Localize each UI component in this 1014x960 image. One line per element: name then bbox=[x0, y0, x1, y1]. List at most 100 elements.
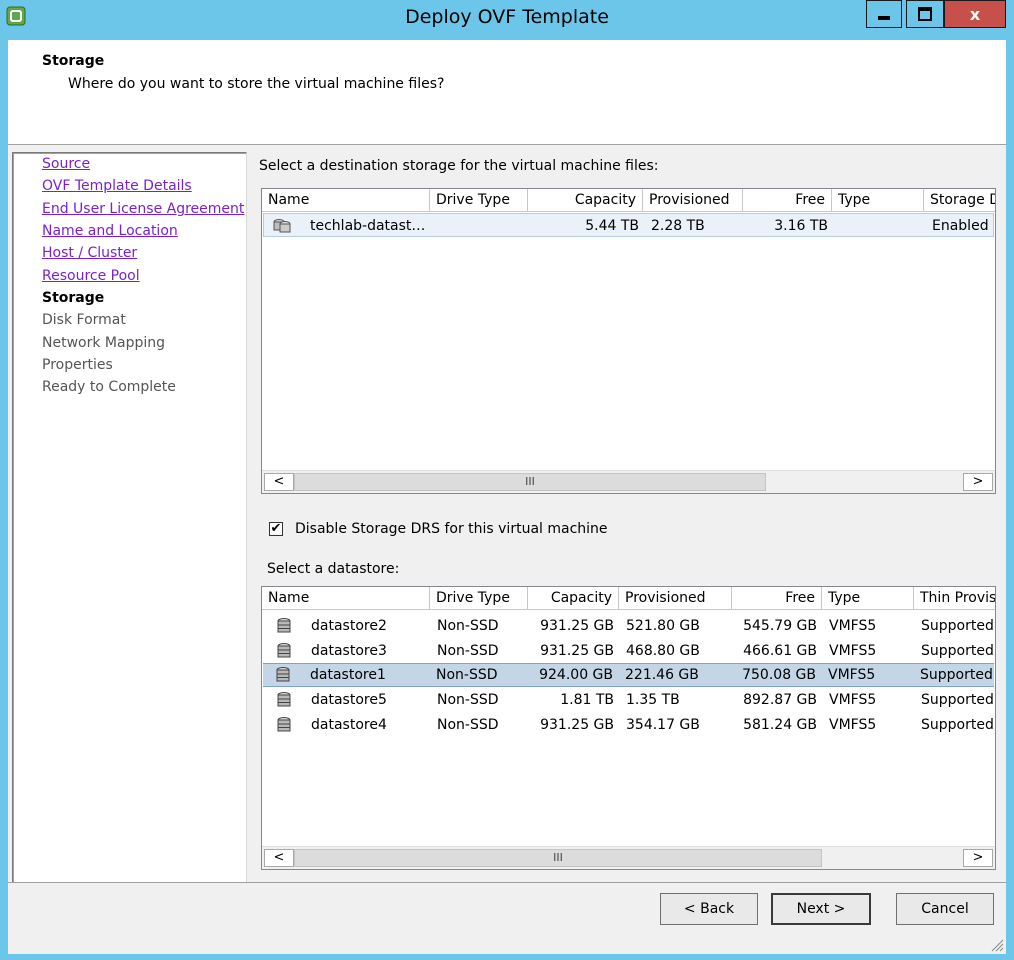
col-type[interactable]: Type bbox=[822, 587, 914, 609]
cell-free: 892.87 GB bbox=[743, 692, 817, 708]
page-title: Storage bbox=[42, 53, 105, 69]
datastore-icon bbox=[277, 643, 291, 658]
datastore-icon bbox=[276, 667, 290, 682]
table-row[interactable]: datastore3 Non-SSD 931.25 GB 468.80 GB 4… bbox=[263, 639, 995, 663]
cell-thin-provisioning: Supported bbox=[921, 643, 994, 659]
wizard-body: Storage Where do you want to store the v… bbox=[8, 40, 1006, 954]
step-properties: Properties bbox=[42, 357, 113, 373]
cell-storage-drs: Enabled bbox=[932, 218, 989, 234]
scroll-thumb[interactable]: III bbox=[294, 849, 822, 867]
scroll-thumb[interactable]: III bbox=[294, 473, 766, 491]
cell-thin-provisioning: Supported bbox=[921, 717, 994, 733]
step-network-mapping: Network Mapping bbox=[42, 335, 165, 351]
col-name[interactable]: Name bbox=[262, 189, 430, 211]
cell-name: datastore1 bbox=[310, 667, 386, 683]
cell-provisioned: 2.28 TB bbox=[651, 218, 705, 234]
cell-capacity: 1.81 TB bbox=[560, 692, 614, 708]
destination-prompt: Select a destination storage for the vir… bbox=[259, 158, 659, 174]
wizard-steps: Source OVF Template Details End User Lic… bbox=[12, 152, 247, 883]
col-drive-type[interactable]: Drive Type bbox=[430, 587, 528, 609]
datastore-icon bbox=[277, 618, 291, 633]
col-free[interactable]: Free bbox=[732, 587, 822, 609]
scroll-right-button[interactable]: > bbox=[963, 849, 993, 867]
close-button[interactable]: x bbox=[944, 0, 1006, 28]
destination-storage-list[interactable]: Name Drive Type Capacity Provisioned Fre… bbox=[261, 188, 996, 494]
cell-free: 581.24 GB bbox=[743, 717, 817, 733]
cell-drive-type: Non-SSD bbox=[437, 692, 499, 708]
scroll-left-button[interactable]: < bbox=[264, 849, 294, 867]
step-disk-format: Disk Format bbox=[42, 312, 126, 328]
step-eula[interactable]: End User License Agreement bbox=[42, 201, 244, 217]
datastore-prompt: Select a datastore: bbox=[267, 561, 400, 577]
table-row[interactable]: techlab-datast… 5.44 TB 2.28 TB 3.16 TB … bbox=[263, 213, 994, 237]
close-icon: x bbox=[969, 4, 981, 24]
back-button[interactable]: < Back bbox=[660, 893, 758, 925]
col-type[interactable]: Type bbox=[832, 189, 924, 211]
scroll-left-button[interactable]: < bbox=[264, 473, 294, 491]
datastore-icon bbox=[277, 692, 291, 707]
step-name-location[interactable]: Name and Location bbox=[42, 223, 178, 239]
col-drive-type[interactable]: Drive Type bbox=[430, 189, 528, 211]
cell-name: datastore3 bbox=[311, 643, 387, 659]
resize-grip-icon[interactable] bbox=[988, 936, 1004, 952]
cell-provisioned: 468.80 GB bbox=[626, 643, 700, 659]
cell-drive-type: Non-SSD bbox=[437, 618, 499, 634]
cell-drive-type: Non-SSD bbox=[437, 643, 499, 659]
datastore-hscrollbar[interactable]: < III > bbox=[262, 846, 995, 869]
cell-thin-provisioning: Supported bbox=[921, 618, 994, 634]
cell-free: 466.61 GB bbox=[743, 643, 817, 659]
cell-capacity: 5.44 TB bbox=[585, 218, 639, 234]
col-free[interactable]: Free bbox=[743, 189, 832, 211]
table-row[interactable]: datastore2 Non-SSD 931.25 GB 521.80 GB 5… bbox=[263, 614, 995, 638]
col-provisioned[interactable]: Provisioned bbox=[619, 587, 732, 609]
page-subtitle: Where do you want to store the virtual m… bbox=[68, 76, 445, 92]
next-button[interactable]: Next > bbox=[771, 893, 871, 925]
cell-capacity: 931.25 GB bbox=[540, 643, 614, 659]
step-host-cluster[interactable]: Host / Cluster bbox=[42, 245, 137, 261]
cell-provisioned: 1.35 TB bbox=[626, 692, 680, 708]
cell-type: VMFS5 bbox=[829, 717, 877, 733]
col-capacity[interactable]: Capacity bbox=[528, 587, 619, 609]
step-source[interactable]: Source bbox=[42, 156, 90, 172]
destination-header: Name Drive Type Capacity Provisioned Fre… bbox=[262, 189, 995, 212]
disable-drs-checkbox[interactable]: ✔ bbox=[269, 522, 283, 536]
title-bar[interactable]: Deploy OVF Template x bbox=[0, 0, 1014, 40]
datastore-header: Name Drive Type Capacity Provisioned Fre… bbox=[262, 587, 995, 610]
cell-drive-type bbox=[432, 214, 530, 238]
cell-drive-type: Non-SSD bbox=[436, 667, 498, 683]
cell-type: VMFS5 bbox=[829, 643, 877, 659]
cell-capacity: 931.25 GB bbox=[540, 618, 614, 634]
window-title: Deploy OVF Template bbox=[405, 6, 609, 28]
wizard-header: Storage Where do you want to store the v… bbox=[8, 40, 1006, 145]
col-storage-drs[interactable]: Storage D bbox=[924, 189, 995, 211]
col-name[interactable]: Name bbox=[262, 587, 430, 609]
cell-free: 750.08 GB bbox=[742, 667, 816, 683]
cell-provisioned: 521.80 GB bbox=[626, 618, 700, 634]
minimize-button[interactable] bbox=[866, 0, 902, 28]
table-row-selected[interactable]: datastore1 Non-SSD 924.00 GB 221.46 GB 7… bbox=[263, 663, 994, 687]
destination-hscrollbar[interactable]: < III > bbox=[262, 470, 995, 493]
cell-free: 3.16 TB bbox=[774, 218, 828, 234]
scroll-right-button[interactable]: > bbox=[963, 473, 993, 491]
table-row[interactable]: datastore5 Non-SSD 1.81 TB 1.35 TB 892.8… bbox=[263, 688, 995, 712]
step-ovf-template-details[interactable]: OVF Template Details bbox=[42, 178, 192, 194]
step-resource-pool[interactable]: Resource Pool bbox=[42, 268, 140, 284]
cell-name: datastore2 bbox=[311, 618, 387, 634]
disable-drs-label[interactable]: Disable Storage DRS for this virtual mac… bbox=[295, 521, 608, 537]
step-storage: Storage bbox=[42, 290, 105, 306]
cell-capacity: 924.00 GB bbox=[539, 667, 613, 683]
datastore-list[interactable]: Name Drive Type Capacity Provisioned Fre… bbox=[261, 586, 996, 870]
cancel-button[interactable]: Cancel bbox=[896, 893, 994, 925]
datastore-cluster-icon bbox=[273, 219, 291, 233]
col-capacity[interactable]: Capacity bbox=[528, 189, 643, 211]
step-ready-to-complete: Ready to Complete bbox=[42, 379, 176, 395]
table-row[interactable]: datastore4 Non-SSD 931.25 GB 354.17 GB 5… bbox=[263, 713, 995, 737]
cell-capacity: 931.25 GB bbox=[540, 717, 614, 733]
cell-name: techlab-datast… bbox=[310, 218, 426, 234]
cell-provisioned: 354.17 GB bbox=[626, 717, 700, 733]
col-thin-provisioning[interactable]: Thin Provis bbox=[914, 587, 995, 609]
cell-free: 545.79 GB bbox=[743, 618, 817, 634]
deploy-ovf-window: Deploy OVF Template x Storage Where do y… bbox=[0, 0, 1014, 960]
maximize-button[interactable] bbox=[906, 0, 944, 28]
col-provisioned[interactable]: Provisioned bbox=[643, 189, 743, 211]
